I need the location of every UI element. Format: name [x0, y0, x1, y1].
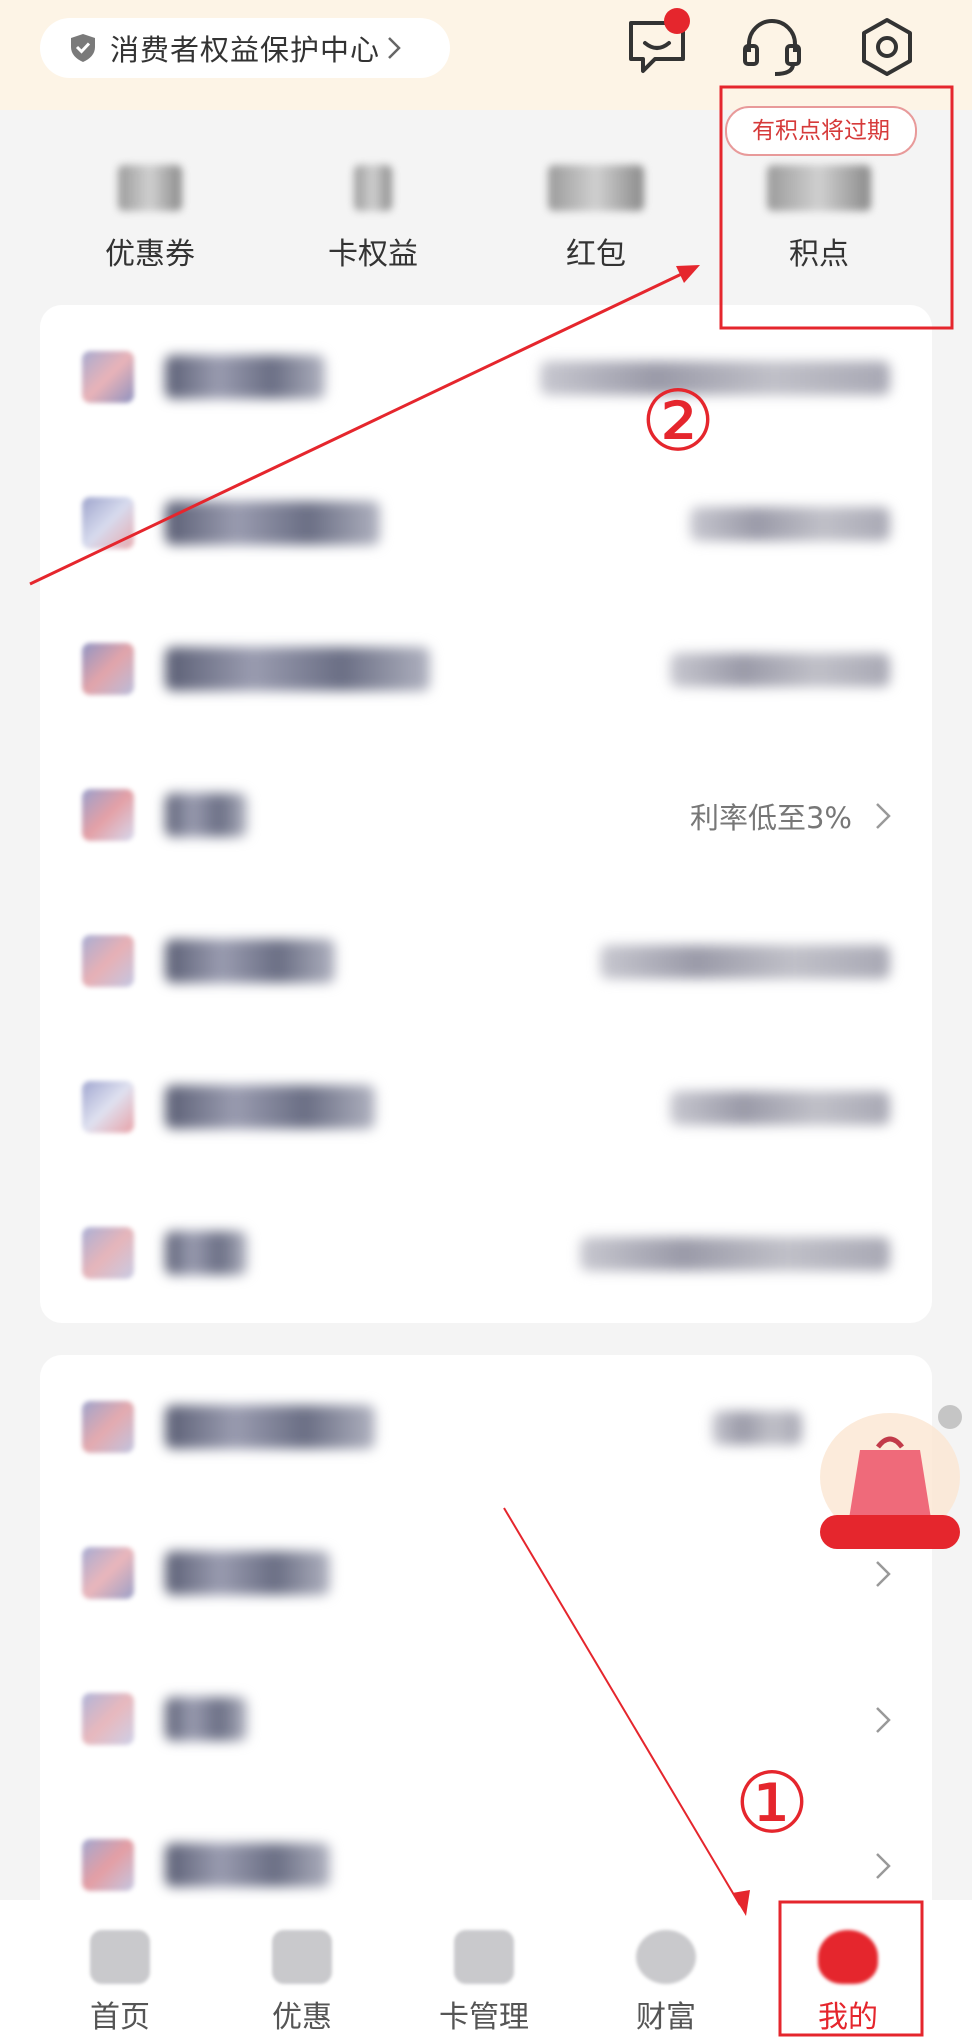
wealth-icon: [636, 1930, 696, 1984]
apply-card-icon: [82, 1081, 134, 1133]
list-item-title-blurred: [165, 1231, 247, 1275]
home-icon: [90, 1930, 150, 1984]
nav-label: 首页: [90, 2000, 150, 2035]
stat-card-benefits[interactable]: 卡权益: [273, 165, 473, 273]
list-item[interactable]: [40, 1035, 932, 1181]
nav-mine[interactable]: 我的: [768, 1900, 928, 2037]
gear-icon: [856, 16, 918, 82]
floating-promo[interactable]: [800, 1395, 972, 1555]
list-item-title-blurred: [165, 1697, 247, 1741]
nav-card-management[interactable]: 卡管理: [404, 1900, 564, 2037]
message-button[interactable]: [622, 8, 692, 84]
list-item-title-blurred: [165, 1085, 375, 1129]
bottom-nav: 首页 优惠 卡管理 财富 我的: [0, 1900, 972, 2037]
chevron-right-icon: [876, 803, 891, 829]
profile-icon: [818, 1930, 878, 1984]
envelope-icon: [82, 1693, 134, 1745]
certificate-icon: [82, 643, 134, 695]
stat-value-blurred: [548, 165, 644, 211]
settings-button[interactable]: [852, 14, 922, 84]
consumer-protection-center-button[interactable]: 消费者权益保护中心: [40, 18, 450, 78]
chevron-right-icon: [386, 33, 406, 63]
list-item-loan[interactable]: 利率低至3%: [40, 743, 932, 889]
list-item-title-blurred: [165, 1843, 330, 1887]
list-item-detail-blurred: [712, 1411, 802, 1445]
list-item-title-blurred: [165, 501, 380, 545]
list-item[interactable]: [40, 1501, 932, 1647]
list-item[interactable]: [40, 1647, 932, 1793]
list-item[interactable]: [40, 1181, 932, 1327]
nav-label: 卡管理: [439, 2000, 529, 2035]
notification-dot: [664, 8, 690, 34]
list-item-detail-blurred: [540, 361, 890, 395]
card-icon: [454, 1930, 514, 1984]
stat-label: 红包: [566, 237, 626, 272]
gift-bag-icon: [820, 1405, 962, 1549]
list-item[interactable]: [40, 451, 932, 597]
list-item-title-blurred: [165, 793, 247, 837]
stat-label: 积点: [789, 237, 849, 272]
bank-card-icon: [82, 497, 134, 549]
stat-points[interactable]: 积点: [719, 165, 919, 273]
list-item-title-blurred: [165, 939, 335, 983]
list-item-detail-blurred: [580, 1237, 890, 1271]
services-card: 利率低至3%: [40, 305, 932, 1323]
list-item[interactable]: [40, 305, 932, 451]
coupon-icon: [272, 1930, 332, 1984]
home-center-icon: [82, 935, 134, 987]
nav-home[interactable]: 首页: [40, 1900, 200, 2037]
list-item-title-blurred: [165, 1405, 375, 1449]
document-icon: [82, 1547, 134, 1599]
nav-offers[interactable]: 优惠: [222, 1900, 382, 2037]
nav-label: 财富: [636, 2000, 696, 2035]
list-item-title-blurred: [165, 647, 430, 691]
chevron-right-icon: [876, 1853, 891, 1879]
list-item-title-blurred: [165, 1551, 330, 1595]
stat-value-blurred: [118, 165, 182, 211]
list-item[interactable]: [40, 1355, 932, 1501]
nav-label: 我的: [818, 2000, 878, 2035]
credit-card-services-card: [40, 1355, 932, 1900]
consumer-protection-label: 消费者权益保护中心: [110, 33, 381, 67]
list-item-detail-blurred: [600, 945, 890, 979]
chevron-right-icon: [876, 1707, 891, 1733]
customer-service-button[interactable]: [737, 14, 807, 84]
stat-value-blurred: [354, 165, 392, 211]
chevron-right-icon: [876, 1561, 891, 1587]
list-item-detail-blurred: [670, 653, 890, 687]
calendar-icon: [82, 1839, 134, 1891]
stat-label: 优惠券: [105, 237, 195, 272]
stat-coupons[interactable]: 优惠券: [50, 165, 250, 273]
list-item[interactable]: [40, 597, 932, 743]
top-bar: 消费者权益保护中心: [0, 0, 972, 110]
headset-icon: [739, 14, 805, 84]
heart-shield-icon: [82, 1227, 134, 1279]
loan-bag-icon: [82, 789, 134, 841]
stat-red-packets[interactable]: 红包: [496, 165, 696, 273]
list-item-detail: 利率低至3%: [689, 801, 852, 835]
nav-wealth[interactable]: 财富: [586, 1900, 746, 2037]
bill-icon: [82, 351, 134, 403]
list-item-detail-blurred: [690, 507, 890, 541]
points-expire-badge: 有积点将过期: [725, 106, 917, 156]
list-item[interactable]: [40, 889, 932, 1035]
stat-label: 卡权益: [328, 237, 418, 272]
nav-label: 优惠: [272, 2000, 332, 2035]
list-item-detail-blurred: [670, 1091, 890, 1125]
shield-icon: [68, 33, 98, 63]
stat-value-blurred: [767, 165, 871, 211]
list-item-title-blurred: [165, 355, 325, 399]
credit-card-icon: [82, 1401, 134, 1453]
